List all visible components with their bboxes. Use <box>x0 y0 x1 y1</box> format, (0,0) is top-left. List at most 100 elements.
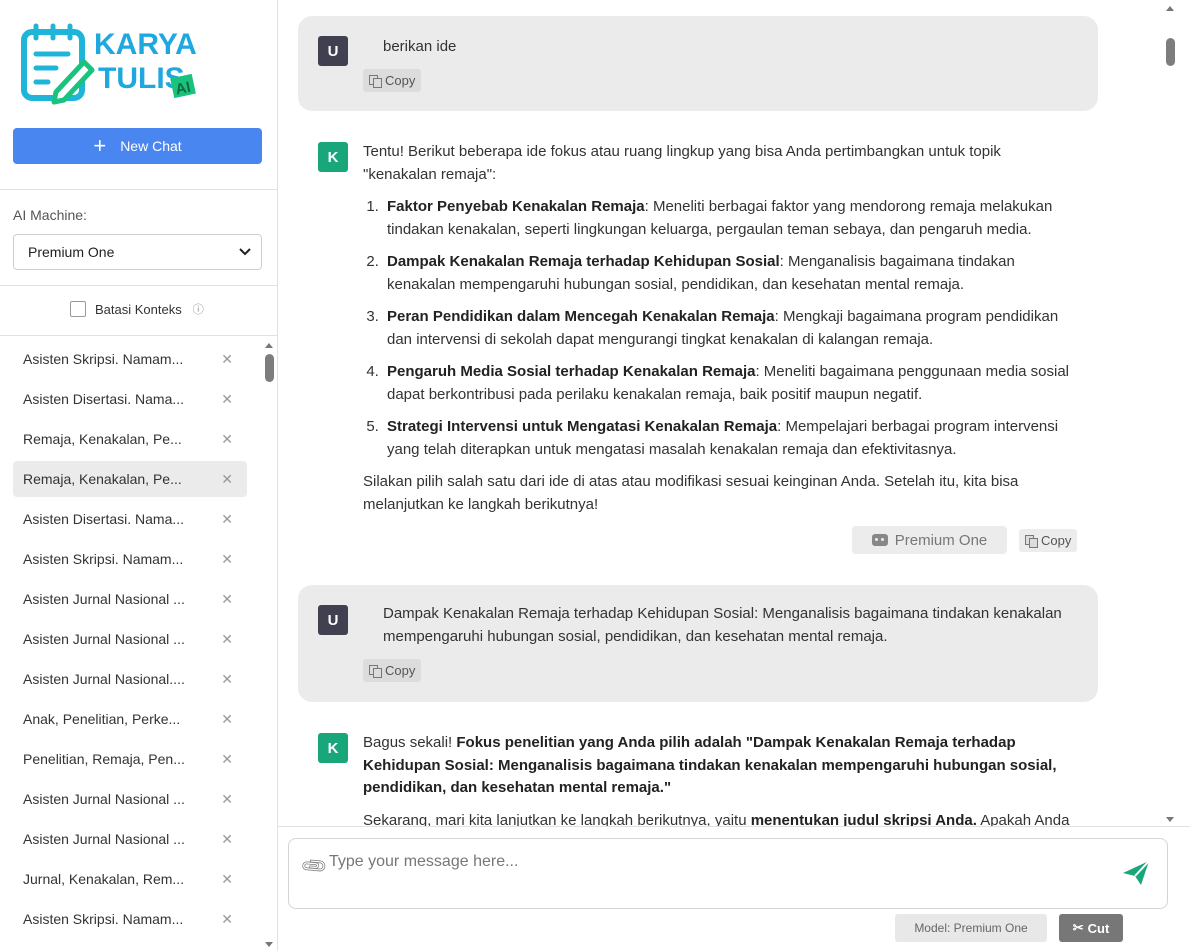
user-avatar: U <box>318 605 348 635</box>
close-icon[interactable]: ✕ <box>221 751 233 768</box>
close-icon[interactable]: ✕ <box>221 431 233 448</box>
idea-title: Faktor Penyebab Kenakalan Remaja <box>387 198 645 215</box>
idea-item: Pengaruh Media Sosial terhadap Kenakalan… <box>383 361 1078 406</box>
copy-button[interactable]: Copy <box>363 69 422 92</box>
user-message: U Dampak Kenakalan Remaja terhadap Kehid… <box>298 585 1098 702</box>
history-item-label: Jurnal, Kenakalan, Rem... <box>23 871 185 887</box>
chat-area: U berikan ide Copy K Tentu! Berikut bebe… <box>278 0 1190 826</box>
idea-item: Dampak Kenakalan Remaja terhadap Kehidup… <box>383 251 1078 296</box>
copy-icon <box>1025 534 1038 548</box>
history-item[interactable]: Asisten Skripsi. Namam... ✕ <box>13 901 247 937</box>
scroll-up-arrow-icon[interactable] <box>265 343 273 348</box>
message-input[interactable]: 📎︎ Type your message here... <box>288 838 1168 909</box>
close-icon[interactable]: ✕ <box>221 871 233 888</box>
history-item-label: Remaja, Kenakalan, Pe... <box>23 431 182 447</box>
batasi-konteks-label: Batasi Konteks <box>95 301 182 317</box>
ai-avatar: K <box>318 733 348 763</box>
history-item[interactable]: Asisten Disertasi. Nama... ✕ <box>13 381 247 417</box>
copy-button[interactable]: Copy <box>1019 529 1078 552</box>
history-item-label: Anak, Penelitian, Perke... <box>23 711 181 727</box>
history-item-label: Asisten Jurnal Nasional.... <box>23 671 185 687</box>
history-item[interactable]: Remaja, Kenakalan, Pe... ✕ <box>13 461 247 497</box>
history-item[interactable]: Asisten Skripsi. Namam... ✕ <box>13 541 247 577</box>
ai-intro: Tentu! Berikut beberapa ide fokus atau r… <box>363 143 1001 183</box>
batasi-konteks-checkbox[interactable] <box>70 301 86 317</box>
cut-label: Cut <box>1087 920 1110 936</box>
history-item-label: Asisten Jurnal Nasional ... <box>23 831 185 847</box>
close-icon[interactable]: ✕ <box>221 671 233 688</box>
close-icon[interactable]: ✕ <box>221 711 233 728</box>
history-item[interactable]: Jurnal, Kenakalan, Rem... ✕ <box>13 861 247 897</box>
ai-outro: Silakan pilih salah satu dari ide di ata… <box>363 473 1019 513</box>
close-icon[interactable]: ✕ <box>221 471 233 488</box>
user-message-text: Dampak Kenakalan Remaja terhadap Kehidup… <box>383 605 1062 645</box>
scroll-down-arrow-icon[interactable] <box>265 942 273 947</box>
history-item-label: Remaja, Kenakalan, Pe... <box>23 471 182 487</box>
history-item[interactable]: Asisten Disertasi. Nama... ✕ <box>13 501 247 537</box>
idea-item: Strategi Intervensi untuk Mengatasi Kena… <box>383 416 1078 461</box>
ai-avatar: K <box>318 142 348 172</box>
idea-title: Peran Pendidikan dalam Mencegah Kenakala… <box>387 308 775 325</box>
scissors-icon: ✂ <box>1072 920 1084 935</box>
divider <box>0 335 277 336</box>
scroll-up-arrow-icon[interactable] <box>1166 6 1174 11</box>
history-item-label: Asisten Disertasi. Nama... <box>23 511 185 527</box>
copy-label: Copy <box>385 663 416 678</box>
idea-title: Strategi Intervensi untuk Mengatasi Kena… <box>387 418 778 435</box>
close-icon[interactable]: ✕ <box>221 551 233 568</box>
history-item[interactable]: Asisten Jurnal Nasional.... ✕ <box>13 661 247 697</box>
history-item[interactable]: Asisten Jurnal Nasional ... ✕ <box>13 781 247 817</box>
close-icon[interactable]: ✕ <box>221 631 233 648</box>
new-chat-button[interactable]: + New Chat <box>13 128 262 164</box>
chevron-down-icon <box>239 248 251 256</box>
history-item[interactable]: Asisten Jurnal Nasional ... ✕ <box>13 621 247 657</box>
history-item[interactable]: Asisten Jurnal Nasional ... ✕ <box>13 821 247 857</box>
sidebar-scrollbar[interactable] <box>262 337 277 951</box>
chat-scroll-thumb[interactable] <box>1166 38 1175 66</box>
close-icon[interactable]: ✕ <box>221 511 233 528</box>
chat-history-list: Asisten Skripsi. Namam... ✕ Asisten Disert… <box>0 337 262 951</box>
ai-message-text: Tentu! Berikut beberapa ide fokus atau r… <box>363 141 1078 516</box>
close-icon[interactable]: ✕ <box>221 391 233 408</box>
user-message-text: berikan ide <box>383 38 457 55</box>
close-icon[interactable]: ✕ <box>221 911 233 928</box>
history-item[interactable]: Asisten Skripsi. Namam... ✕ <box>13 341 247 377</box>
close-icon[interactable]: ✕ <box>221 831 233 848</box>
close-icon[interactable]: ✕ <box>221 791 233 808</box>
ai2-bold: Fokus penelitian yang Anda pilih adalah … <box>363 734 1057 796</box>
ai2-lead: Bagus sekali! <box>363 734 457 751</box>
batasi-konteks: Batasi Konteks ⓘ <box>70 301 204 317</box>
divider <box>0 285 277 286</box>
info-icon[interactable]: ⓘ <box>193 301 204 317</box>
copy-button[interactable]: Copy <box>363 659 422 682</box>
history-item-label: Asisten Jurnal Nasional ... <box>23 631 185 647</box>
history-item[interactable]: Penelitian, Remaja, Pen... ✕ <box>13 741 247 777</box>
sidebar-scroll-thumb[interactable] <box>265 354 274 382</box>
plus-icon: + <box>93 133 107 158</box>
idea-item: Faktor Penyebab Kenakalan Remaja: Meneli… <box>383 196 1078 241</box>
ai-machine-value: Premium One <box>28 244 115 260</box>
new-chat-label: New Chat <box>120 138 182 154</box>
history-item-label: Penelitian, Remaja, Pen... <box>23 751 185 767</box>
divider <box>278 826 1190 827</box>
ai-machine-select[interactable]: Premium One <box>13 234 262 270</box>
history-item[interactable]: Asisten Jurnal Nasional ... ✕ <box>13 581 247 617</box>
history-item-label: Asisten Skripsi. Namam... <box>23 551 184 567</box>
history-item[interactable]: Remaja, Kenakalan, Pe... ✕ <box>13 421 247 457</box>
close-icon[interactable]: ✕ <box>221 591 233 608</box>
karya-tulis-logo[interactable]: KARYA TULIS AI <box>20 22 200 106</box>
model-chip-label: Premium One <box>894 531 988 549</box>
send-icon[interactable] <box>1121 859 1151 887</box>
close-icon[interactable]: ✕ <box>221 351 233 368</box>
history-item[interactable]: Anak, Penelitian, Perke... ✕ <box>13 701 247 737</box>
svg-text:KARYA: KARYA <box>94 28 197 61</box>
ai2-next: Sekarang, mari kita lanjutkan ke langkah… <box>363 810 1078 827</box>
scroll-down-arrow-icon[interactable] <box>1166 817 1174 822</box>
cut-button[interactable]: ✂ Cut <box>1059 914 1123 942</box>
ai2-paragraph: Bagus sekali! Fokus penelitian yang Anda… <box>363 732 1078 800</box>
ai2-next-a: Sekarang, mari kita lanjutkan ke langkah… <box>363 811 751 827</box>
chat-scrollbar[interactable] <box>1162 0 1177 826</box>
paperclip-icon[interactable]: 📎︎ <box>299 851 330 882</box>
history-item-label: Asisten Skripsi. Namam... <box>23 911 184 927</box>
history-item-label: Asisten Disertasi. Nama... <box>23 391 185 407</box>
